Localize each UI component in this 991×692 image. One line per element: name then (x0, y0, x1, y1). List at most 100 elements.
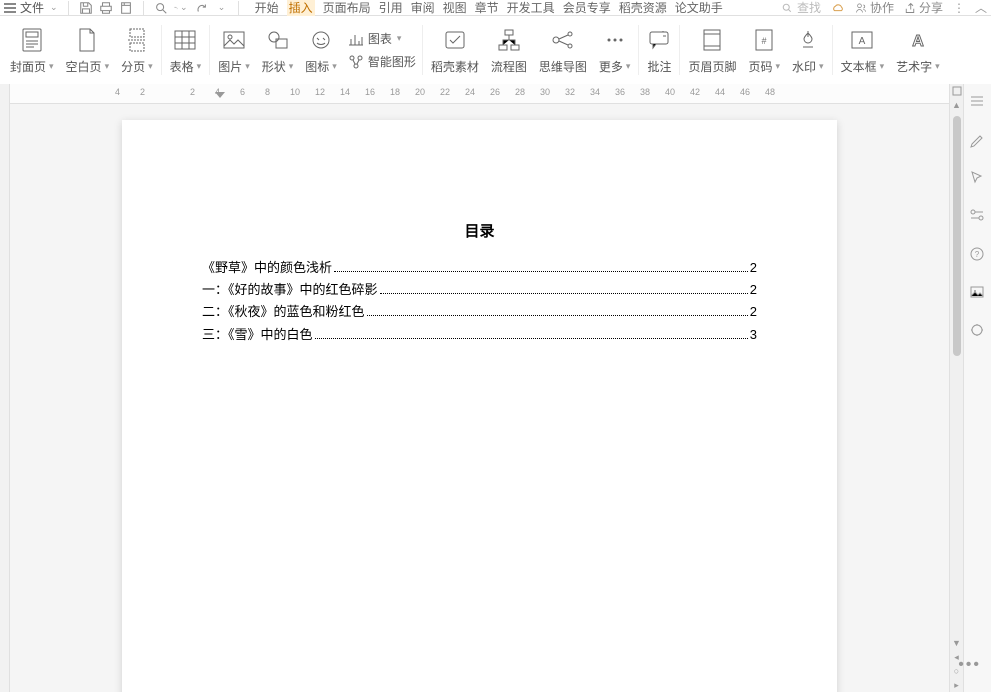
picture-button[interactable]: 图片▾ (212, 19, 256, 81)
redo-icon[interactable] (194, 1, 208, 15)
ruler-tick: 48 (765, 87, 775, 97)
separator (68, 1, 69, 15)
separator (143, 1, 144, 15)
print-preview-icon[interactable] (119, 1, 133, 15)
toc-row[interactable]: 一：《好的故事》中的红色碎影2 (202, 281, 757, 299)
vertical-scrollbar[interactable]: ▲ ▼ ◂ ○ ▸ (949, 84, 963, 692)
settings-icon[interactable] (969, 208, 987, 226)
tab-view[interactable]: 视图 (443, 0, 467, 16)
page-number-button[interactable]: # 页码▾ (742, 19, 786, 81)
scroll-up-icon[interactable]: ▲ (952, 98, 961, 112)
page-break-button[interactable]: 分页▾ (115, 19, 159, 81)
chevron-down-icon: ⌄ (50, 2, 58, 13)
toc-row[interactable]: 三：《雪》中的白色3 (202, 326, 757, 344)
blank-page-button[interactable]: 空白页▾ (60, 19, 116, 81)
ruler-tick: 6 (240, 87, 245, 97)
print-icon[interactable] (99, 1, 113, 15)
image-tool-icon[interactable] (969, 284, 987, 302)
scroll-page-down-icon[interactable]: ▸ (954, 678, 959, 692)
collab-label: 协作 (870, 0, 894, 16)
chart-button[interactable]: 图表▾ (347, 30, 416, 47)
document-scroll[interactable]: 目录 《野草》中的颜色浅析2一：《好的故事》中的红色碎影2二：《秋夜》的蓝色和粉… (10, 104, 949, 692)
collapse-ribbon-icon[interactable]: ︿ (975, 0, 987, 16)
ruler-tick: 26 (490, 87, 500, 97)
more-button[interactable]: 更多▾ (593, 19, 637, 81)
wordart-button[interactable]: A 艺术字▾ (890, 19, 946, 81)
help-icon[interactable]: ? (969, 246, 987, 264)
docer-material-button[interactable]: 稻壳素材 (425, 19, 485, 81)
overflow-menu-icon[interactable]: ••• (958, 656, 981, 674)
share-button[interactable]: 分享 (904, 0, 943, 16)
ruler-tick: 2 (140, 87, 145, 97)
tab-devtools[interactable]: 开发工具 (507, 0, 555, 16)
toc-text: 三：《雪》中的白色 (202, 326, 313, 344)
ruler-tick: 38 (640, 87, 650, 97)
cover-page-button[interactable]: 封面页▾ (4, 19, 60, 81)
format-brush-icon[interactable] (969, 132, 987, 150)
tab-pagelayout[interactable]: 页面布局 (323, 0, 371, 16)
smartart-button[interactable]: 智能图形 (347, 53, 416, 70)
svg-text:A: A (912, 33, 924, 50)
tab-thesis[interactable]: 论文助手 (675, 0, 723, 16)
svg-text:?: ? (974, 250, 979, 259)
ruler-tick: 22 (440, 87, 450, 97)
save-icon[interactable] (79, 1, 93, 15)
ruler-tick: 18 (390, 87, 400, 97)
horizontal-ruler[interactable]: 4224681012141618202224262830323436384042… (10, 84, 949, 104)
mindmap-button[interactable]: 思维导图 (533, 19, 593, 81)
ruler-tick: 24 (465, 87, 475, 97)
hamburger-icon (4, 3, 16, 13)
separator (238, 1, 239, 15)
nav-pane-icon[interactable] (969, 94, 987, 112)
ai-tool-icon[interactable] (969, 322, 987, 340)
zoom-icon[interactable] (154, 1, 168, 15)
toc-text: 二：《秋夜》的蓝色和粉红色 (202, 303, 365, 321)
tab-chapter[interactable]: 章节 (475, 0, 499, 16)
toc-text: 一：《好的故事》中的红色碎影 (202, 281, 378, 299)
undo-icon[interactable]: ⌄ (174, 1, 188, 15)
select-icon[interactable] (969, 170, 987, 188)
search-box[interactable]: 查找 (781, 0, 821, 16)
tab-docer[interactable]: 稻壳资源 (619, 0, 667, 16)
ruler-tick: 28 (515, 87, 525, 97)
ruler-tick: 30 (540, 87, 550, 97)
cloud-sync-icon[interactable] (831, 1, 845, 15)
tab-member[interactable]: 会员专享 (563, 0, 611, 16)
search-placeholder: 查找 (797, 0, 821, 16)
more-icon[interactable]: ⋮ (953, 1, 965, 15)
tab-insert[interactable]: 插入 (287, 0, 315, 16)
watermark-button[interactable]: 水印▾ (786, 19, 830, 81)
table-button[interactable]: 表格▾ (164, 19, 208, 81)
file-label: 文件 (20, 0, 44, 16)
ruler-tick: 8 (265, 87, 270, 97)
toc-page: 2 (750, 303, 757, 321)
toc-title: 目录 (202, 220, 757, 241)
comment-button[interactable]: 批注 (641, 19, 677, 81)
icons-button[interactable]: 图标▾ (299, 19, 343, 81)
tab-references[interactable]: 引用 (379, 0, 403, 16)
svg-text:#: # (762, 36, 767, 46)
scroll-down-icon[interactable]: ▼ (952, 636, 961, 650)
textbox-button[interactable]: A 文本框▾ (835, 19, 891, 81)
header-footer-button[interactable]: 页眉页脚 (682, 19, 742, 81)
ruler-tick: 20 (415, 87, 425, 97)
ruler-tick: 4 (115, 87, 120, 97)
ruler-tick: 40 (665, 87, 675, 97)
toc-row[interactable]: 二：《秋夜》的蓝色和粉红色 2 (202, 303, 757, 321)
shapes-button[interactable]: 形状▾ (256, 19, 300, 81)
scroll-indicator-icon[interactable] (952, 84, 962, 98)
ruler-tick: 36 (615, 87, 625, 97)
toc-row[interactable]: 《野草》中的颜色浅析2 (202, 259, 757, 277)
document-page[interactable]: 目录 《野草》中的颜色浅析2一：《好的故事》中的红色碎影2二：《秋夜》的蓝色和粉… (122, 120, 837, 692)
tab-review[interactable]: 审阅 (411, 0, 435, 16)
ruler-tick: 32 (565, 87, 575, 97)
scrollbar-thumb[interactable] (953, 116, 961, 356)
ruler-tick: 34 (590, 87, 600, 97)
ruler-tick: 12 (315, 87, 325, 97)
file-menu[interactable]: 文件 ⌄ (4, 0, 58, 16)
collab-button[interactable]: 协作 (855, 0, 894, 16)
flowchart-button[interactable]: 流程图 (485, 19, 533, 81)
quick-access-dd[interactable]: ⌄ (214, 1, 228, 15)
toc-leader (367, 305, 748, 317)
tab-start[interactable]: 开始 (255, 0, 279, 16)
